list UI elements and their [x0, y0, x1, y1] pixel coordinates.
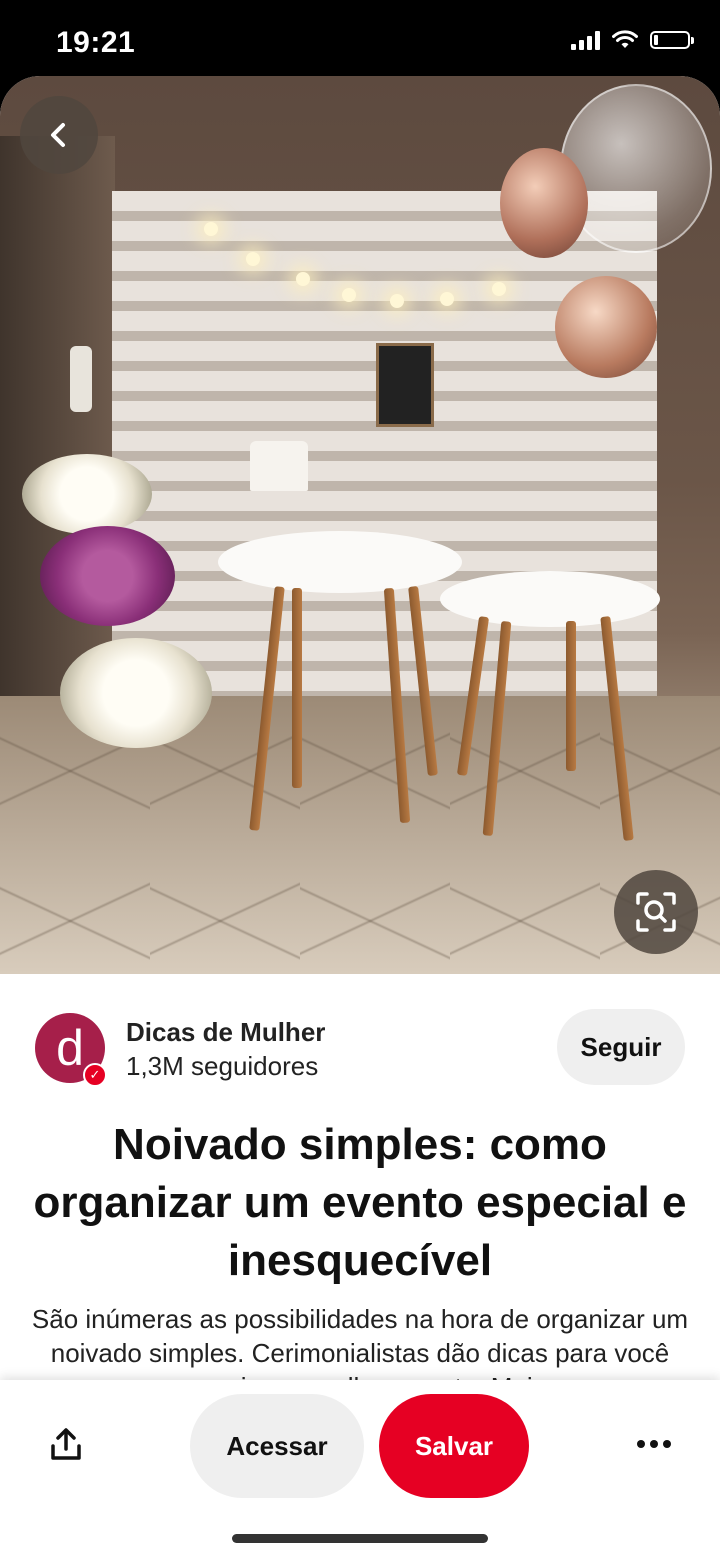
- letter-board-sign: [376, 343, 434, 427]
- battery-icon: [650, 31, 694, 49]
- share-button[interactable]: [42, 1420, 90, 1468]
- status-icons: [571, 30, 694, 50]
- rose-gold-balloon: [555, 276, 657, 378]
- wifi-icon: [612, 30, 638, 48]
- rose-gold-balloon: [500, 148, 588, 258]
- chevron-left-icon: [51, 123, 65, 147]
- follow-button[interactable]: Seguir: [557, 1009, 685, 1085]
- pin-description: São inúmeras as possibilidades na hora d…: [31, 1304, 689, 1380]
- visual-search-button[interactable]: [614, 870, 698, 954]
- pin-card: d ✓ Dicas de Mulher 1,3M seguidores Segu…: [0, 76, 720, 1557]
- table: [218, 531, 462, 593]
- white-flowers: [60, 638, 212, 748]
- visit-button[interactable]: Acessar: [190, 1394, 364, 1498]
- verified-badge-icon: ✓: [83, 1063, 107, 1087]
- pin-title: Noivado simples: como organizar um event…: [33, 1120, 687, 1285]
- pin-image[interactable]: [0, 76, 720, 974]
- status-time: 19:21: [56, 26, 136, 59]
- more-icon: [637, 1440, 645, 1448]
- purple-flowers: [40, 526, 175, 626]
- creator-row: d ✓ Dicas de Mulher 1,3M seguidores Segu…: [35, 1009, 685, 1089]
- share-icon: [51, 1428, 81, 1460]
- cake: [250, 441, 308, 491]
- save-button[interactable]: Salvar: [379, 1394, 529, 1498]
- home-indicator[interactable]: [232, 1534, 488, 1543]
- creator-name[interactable]: Dicas de Mulher: [126, 1017, 325, 1048]
- bottom-action-bar: Acessar Salvar: [0, 1380, 720, 1557]
- follower-count: 1,3M seguidores: [126, 1051, 319, 1081]
- lens-search-icon: [636, 892, 676, 932]
- more-options-button[interactable]: [630, 1420, 678, 1468]
- back-button[interactable]: [20, 96, 98, 174]
- avatar-letter: d: [56, 1020, 84, 1076]
- table: [440, 571, 660, 627]
- status-bar: 19:21: [0, 0, 720, 80]
- white-flowers: [22, 454, 152, 534]
- cellular-signal-icon: [571, 30, 600, 50]
